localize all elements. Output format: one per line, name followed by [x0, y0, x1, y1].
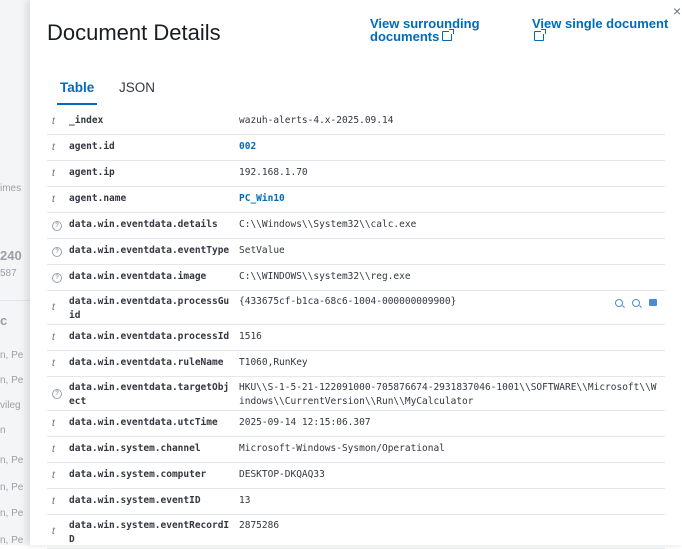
field-value: DESKTOP-DKQAQ33 — [239, 469, 325, 480]
row-actions — [615, 299, 657, 307]
field-name: agent.ip — [69, 167, 115, 178]
table-row: ? data.win.eventdata.image C:\\WINDOWS\\sy… — [47, 265, 665, 291]
unknown-type-icon: ? — [52, 389, 62, 399]
table-row: t data.win.eventdata.processId 1516 — [47, 325, 665, 351]
field-value: 192.168.1.70 — [239, 167, 308, 178]
ghost-text: c — [0, 313, 8, 328]
unknown-type-icon: ? — [52, 273, 62, 283]
document-fields-table: t _index wazuh-alerts-4.x-2025.09.14 t agent… — [47, 109, 665, 549]
string-type-icon: t — [52, 470, 55, 481]
field-name: agent.id — [69, 141, 115, 152]
background-discover-table: imes 240 587 c n, Pe n, Pe vileg n n, Pe… — [0, 0, 30, 545]
ghost-text: n, Pe — [0, 455, 24, 466]
field-value: wazuh-alerts-4.x-2025.09.14 — [239, 115, 394, 126]
table-row: t data.win.system.eventRecordID 2875286 — [47, 515, 665, 549]
field-name: data.win.eventdata.eventType — [69, 245, 230, 256]
string-type-icon: t — [52, 302, 55, 313]
ghost-text: n, Pe — [0, 508, 24, 519]
unknown-type-icon: ? — [52, 221, 62, 231]
table-row: t agent.ip 192.168.1.70 — [47, 161, 665, 187]
string-type-icon: t — [52, 142, 55, 153]
field-value: C:\\WINDOWS\\system32\\reg.exe — [239, 271, 411, 282]
field-name: data.win.eventdata.processId — [69, 331, 230, 342]
field-value: {433675cf-b1ca-68c6-1004-000000009900} — [239, 296, 457, 307]
table-row: t _index wazuh-alerts-4.x-2025.09.14 — [47, 109, 665, 135]
field-value: 2875286 — [239, 520, 280, 531]
table-row: t data.win.system.channel Microsoft-Window… — [47, 437, 665, 463]
filter-for-value-icon[interactable] — [615, 299, 623, 307]
ghost-text: 587 — [0, 268, 17, 279]
ghost-text: imes — [0, 183, 22, 194]
field-value-link[interactable]: 002 — [239, 140, 659, 154]
filter-out-value-icon[interactable] — [632, 299, 640, 307]
field-name: data.win.system.computer — [69, 469, 207, 480]
ghost-text: n, Pe — [0, 375, 24, 386]
field-name: data.win.eventdata.ruleName — [69, 357, 224, 368]
field-value: 2025-09-14 12:15:06.307 — [239, 417, 371, 428]
table-row: t agent.id 002 — [47, 135, 665, 161]
ghost-text: vileg — [0, 400, 21, 411]
field-value: HKU\\S-1-5-21-122091000-705876674-293183… — [239, 382, 657, 407]
string-type-icon: t — [52, 332, 55, 343]
unknown-type-icon: ? — [52, 247, 62, 257]
field-name: _index — [69, 115, 104, 126]
toggle-column-icon[interactable] — [649, 299, 657, 306]
table-row: ? data.win.eventdata.details C:\\Windows\\… — [47, 213, 665, 239]
table-row: t data.win.eventdata.utcTime 2025-09-14 12… — [47, 411, 665, 437]
close-icon[interactable]: × — [673, 3, 681, 19]
ghost-text: n, Pe — [0, 350, 24, 361]
table-row: t data.win.system.computer DESKTOP-DKQAQ33 — [47, 463, 665, 489]
string-type-icon: t — [52, 526, 55, 537]
string-type-icon: t — [52, 194, 55, 205]
ghost-text: n — [0, 425, 6, 436]
field-value: 1516 — [239, 331, 262, 342]
field-value: T1060,RunKey — [239, 357, 308, 368]
string-type-icon: t — [52, 418, 55, 429]
ghost-text: n, Pe — [0, 482, 24, 493]
flyout-title: Document Details — [47, 20, 221, 45]
field-value: Microsoft-Windows-Sysmon/Operational — [239, 443, 445, 454]
ghost-text: n, Pe — [0, 535, 24, 545]
tab-table[interactable]: Table — [57, 80, 98, 105]
view-single-label: View single document — [532, 16, 669, 31]
table-row: ? data.win.eventdata.eventType SetValue — [47, 239, 665, 265]
external-link-icon — [442, 29, 455, 41]
field-name: agent.name — [69, 193, 127, 204]
field-name: data.win.eventdata.targetObject — [69, 382, 230, 407]
ghost-text: 240 — [0, 248, 22, 263]
table-row: ? data.win.eventdata.targetObject HKU\\S-1… — [47, 377, 665, 411]
view-single-document-link[interactable]: View single document — [532, 17, 672, 43]
string-type-icon: t — [52, 496, 55, 507]
field-name: data.win.system.channel — [69, 443, 201, 454]
view-surrounding-label: View surrounding documents — [370, 16, 480, 44]
string-type-icon: t — [52, 444, 55, 455]
document-details-flyout: Document Details View surrounding docume… — [30, 0, 682, 549]
field-name: data.win.eventdata.image — [69, 271, 207, 282]
table-row: t data.win.system.eventID 13 — [47, 489, 665, 515]
field-name: data.win.system.eventID — [69, 495, 201, 506]
string-type-icon: t — [52, 358, 55, 369]
external-link-icon — [534, 29, 546, 41]
table-row: t data.win.eventdata.ruleName T1060,RunKey — [47, 351, 665, 377]
table-row: t data.win.eventdata.processGuid {433675cf… — [47, 291, 665, 325]
field-name: data.win.eventdata.processGuid — [69, 296, 230, 321]
field-name: data.win.system.eventRecordID — [69, 520, 230, 545]
field-name: data.win.eventdata.details — [69, 219, 218, 230]
view-surrounding-documents-link[interactable]: View surrounding documents — [370, 17, 500, 43]
string-type-icon: t — [52, 116, 55, 127]
field-name: data.win.eventdata.utcTime — [69, 417, 218, 428]
string-type-icon: t — [52, 168, 55, 179]
field-value: C:\\Windows\\System32\\calc.exe — [239, 219, 417, 230]
tab-json[interactable]: JSON — [119, 80, 155, 103]
field-value: SetValue — [239, 245, 285, 256]
table-row: t agent.name PC_Win10 — [47, 187, 665, 213]
field-value-link[interactable]: PC_Win10 — [239, 192, 659, 206]
field-value: 13 — [239, 495, 251, 506]
